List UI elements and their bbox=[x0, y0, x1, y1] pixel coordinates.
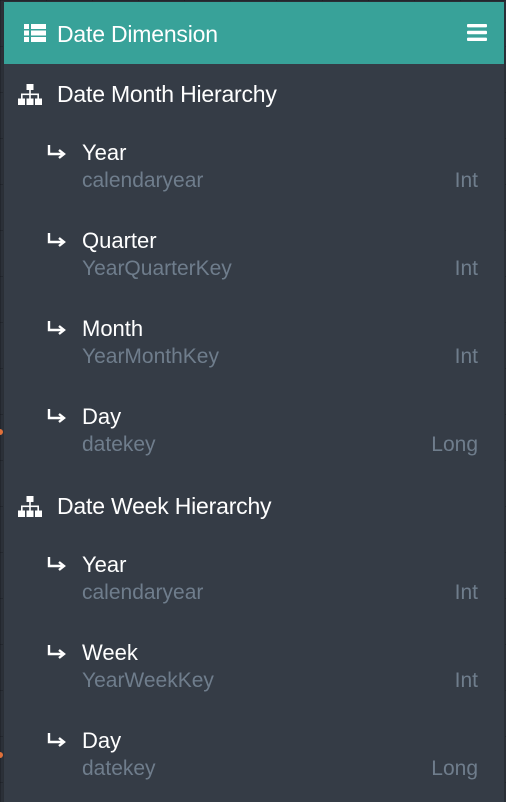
level-type: Int bbox=[454, 169, 478, 192]
arrow-down-right-icon bbox=[47, 733, 66, 747]
level-name: Week bbox=[82, 640, 138, 665]
level-column: datekey bbox=[82, 433, 156, 456]
level-item[interactable]: Year calendaryear Int bbox=[4, 552, 504, 612]
hierarchy-header[interactable]: Date Week Hierarchy bbox=[4, 490, 504, 524]
level-item[interactable]: Week YearWeekKey Int bbox=[4, 640, 504, 700]
dimension-panel: Date Dimension Date Month Hierarchy Year… bbox=[4, 2, 504, 802]
arrow-down-right-icon bbox=[47, 645, 66, 659]
level-item[interactable]: Quarter YearQuarterKey Int bbox=[4, 228, 504, 288]
level-name: Day bbox=[82, 728, 122, 753]
arrow-down-right-icon bbox=[47, 557, 66, 571]
arrow-down-right-icon bbox=[47, 409, 66, 423]
arrow-down-right-icon bbox=[47, 233, 66, 247]
level-type: Long bbox=[431, 757, 478, 780]
hierarchy-title: Date Month Hierarchy bbox=[57, 81, 277, 107]
connector-dot[interactable] bbox=[0, 752, 3, 758]
arrow-down-right-icon bbox=[47, 321, 66, 335]
arrow-down-right-icon bbox=[47, 145, 66, 159]
level-name: Year bbox=[82, 140, 127, 165]
level-item[interactable]: Day datekey Long bbox=[4, 404, 504, 464]
level-name: Month bbox=[82, 316, 144, 341]
level-item[interactable]: Month YearMonthKey Int bbox=[4, 316, 504, 376]
hierarchy-icon bbox=[18, 496, 42, 517]
level-column: YearQuarterKey bbox=[82, 257, 232, 280]
level-type: Int bbox=[454, 257, 478, 280]
hamburger-menu-icon[interactable] bbox=[467, 24, 487, 41]
level-column: datekey bbox=[82, 757, 156, 780]
level-item[interactable]: Year calendaryear Int bbox=[4, 140, 504, 200]
level-name: Day bbox=[82, 404, 122, 429]
hierarchy-icon bbox=[18, 84, 42, 105]
level-name: Quarter bbox=[82, 228, 157, 253]
level-column: YearMonthKey bbox=[82, 345, 219, 368]
level-type: Int bbox=[454, 581, 478, 604]
panel-title: Date Dimension bbox=[57, 21, 218, 47]
hierarchy-header[interactable]: Date Month Hierarchy bbox=[4, 78, 504, 112]
level-column: calendaryear bbox=[82, 169, 204, 192]
table-list-icon bbox=[24, 24, 46, 42]
hierarchy-title: Date Week Hierarchy bbox=[57, 493, 272, 519]
level-type: Int bbox=[454, 669, 478, 692]
level-column: YearWeekKey bbox=[82, 669, 214, 692]
panel-header[interactable]: Date Dimension bbox=[4, 2, 504, 64]
level-item[interactable]: Day datekey Long bbox=[4, 728, 504, 788]
level-name: Year bbox=[82, 552, 127, 577]
level-type: Int bbox=[454, 345, 478, 368]
level-column: calendaryear bbox=[82, 581, 204, 604]
connector-dot[interactable] bbox=[0, 429, 3, 435]
level-type: Long bbox=[431, 433, 478, 456]
